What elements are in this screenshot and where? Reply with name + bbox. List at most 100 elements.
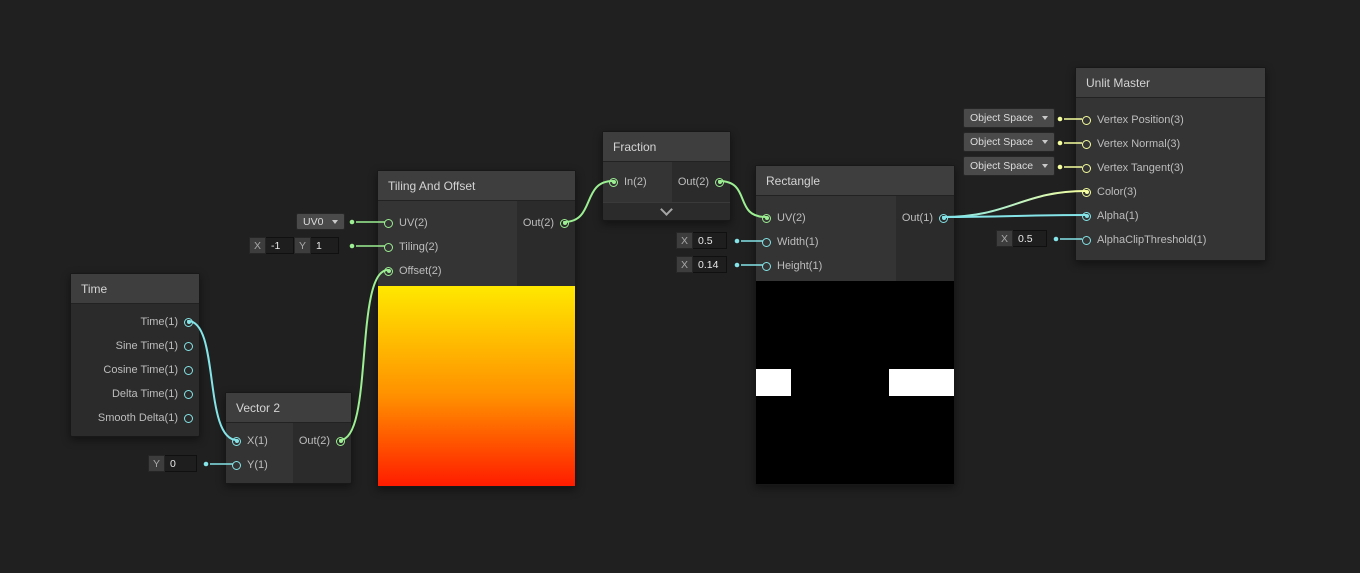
alpha-clip-field: X 0.5 (996, 230, 1048, 247)
port-out-sine-time[interactable] (184, 341, 193, 351)
port-in-color[interactable] (1082, 187, 1091, 197)
port-out-out[interactable] (715, 177, 724, 187)
x-field-input[interactable]: 0.14 (693, 256, 728, 273)
space-dropdown-value: Object Space (970, 160, 1034, 172)
node-time[interactable]: Time Time(1) Sine Time(1) Cosine Time(1)… (70, 273, 200, 437)
preview-white-band-right (889, 369, 954, 396)
node-title-text: Fraction (613, 139, 657, 154)
port-row: Width(1) (756, 230, 896, 254)
port-in-uv[interactable] (762, 213, 771, 223)
node-tiling-and-offset[interactable]: Tiling And Offset UV(2) Tiling(2) Offset… (377, 170, 576, 487)
x-field-input[interactable]: 0.5 (693, 232, 728, 249)
space-dropdown-tangent[interactable]: Object Space (963, 156, 1055, 176)
connector-dot-uv (349, 219, 355, 225)
port-row: Out(1) (896, 206, 954, 230)
node-tiling-titlebar: Tiling And Offset (378, 171, 575, 201)
port-in-in[interactable] (609, 177, 618, 187)
y-field-label: Y (148, 455, 166, 472)
connector-dot-alphaclip (1053, 236, 1059, 242)
port-in-height[interactable] (762, 261, 771, 271)
port-in-vertex-position[interactable] (1082, 115, 1091, 125)
node-rectangle[interactable]: Rectangle UV(2) Width(1) Height(1) Out(1… (755, 165, 955, 485)
space-dropdown-position[interactable]: Object Space (963, 108, 1055, 128)
node-unlit-master-titlebar: Unlit Master (1076, 68, 1265, 98)
input-column: Vertex Position(3) Vertex Normal(3) Vert… (1076, 98, 1265, 260)
port-out-out[interactable] (336, 436, 345, 446)
port-row: UV(2) (756, 206, 896, 230)
port-row: Alpha(1) (1076, 204, 1265, 228)
port-row: Sine Time(1) (71, 334, 199, 358)
port-row: Out(2) (293, 429, 351, 453)
node-vector2[interactable]: Vector 2 X(1) Y(1) Out(2) (225, 392, 352, 484)
port-row: In(2) (603, 170, 672, 194)
node-preview-gradient (378, 286, 575, 486)
uv-channel-dropdown[interactable]: UV0 (296, 213, 345, 230)
x-field-input[interactable]: 0.5 (1013, 230, 1048, 247)
port-label: Width(1) (777, 236, 819, 248)
port-label: Time(1) (140, 316, 178, 328)
chevron-down-icon (1042, 164, 1048, 168)
y-field-input[interactable]: 1 (311, 237, 340, 254)
port-out-time[interactable] (184, 317, 193, 327)
space-dropdown-value: Object Space (970, 136, 1034, 148)
space-dropdown-value: Object Space (970, 112, 1034, 124)
port-label: Alpha(1) (1097, 210, 1139, 222)
port-out-cosine-time[interactable] (184, 365, 193, 375)
port-label: In(2) (624, 176, 647, 188)
y-field-label: Y (294, 237, 312, 254)
edge-rectangle-to-alpha[interactable] (942, 214, 1087, 218)
port-in-alpha[interactable] (1082, 211, 1091, 221)
port-in-tiling[interactable] (384, 242, 393, 252)
chevron-down-icon (332, 219, 338, 224)
node-fraction[interactable]: Fraction In(2) Out(2) (602, 131, 731, 221)
preview-white-band-left (756, 369, 791, 396)
port-label: AlphaClipThreshold(1) (1097, 234, 1207, 246)
chevron-down-icon (1042, 116, 1048, 120)
port-in-uv[interactable] (384, 218, 393, 228)
connector-dot-width (734, 238, 740, 244)
output-column: Out(2) (672, 162, 730, 202)
chevron-down-icon (1042, 140, 1048, 144)
space-dropdown-normal[interactable]: Object Space (963, 132, 1055, 152)
input-column: X(1) Y(1) (226, 423, 293, 483)
vector2-y-field: Y 0 (148, 455, 198, 472)
x-field-label: X (676, 256, 694, 273)
node-title-text: Vector 2 (236, 400, 281, 415)
node-unlit-master[interactable]: Unlit Master Vertex Position(3) Vertex N… (1075, 67, 1266, 261)
port-label: Out(2) (677, 176, 709, 188)
edge-rectangle-to-color[interactable] (942, 190, 1087, 218)
port-in-alphaclipthreshold[interactable] (1082, 235, 1091, 245)
port-row: Vertex Position(3) (1076, 108, 1265, 132)
port-out-smooth-delta[interactable] (184, 413, 193, 423)
port-in-vertex-tangent[interactable] (1082, 163, 1091, 173)
port-label: Color(3) (1097, 186, 1137, 198)
port-label: Out(2) (298, 435, 330, 447)
input-column: In(2) (603, 162, 672, 202)
input-column: UV(2) Tiling(2) Offset(2) (378, 201, 517, 286)
port-out-out[interactable] (939, 213, 948, 223)
port-out-delta-time[interactable] (184, 389, 193, 399)
connector-dot-vertex-tangent (1057, 164, 1063, 170)
port-row: Delta Time(1) (71, 382, 199, 406)
port-row: Offset(2) (378, 259, 517, 283)
rect-width-field: X 0.5 (676, 232, 728, 249)
x-field-label: X (249, 237, 267, 254)
shader-graph-canvas[interactable]: Time Time(1) Sine Time(1) Cosine Time(1)… (0, 0, 1360, 573)
y-field-input[interactable]: 0 (165, 455, 198, 472)
expand-preview-button[interactable] (603, 202, 730, 220)
port-in-offset[interactable] (384, 266, 393, 276)
port-out-out[interactable] (560, 218, 569, 228)
port-in-y[interactable] (232, 460, 241, 470)
port-row: Height(1) (756, 254, 896, 278)
port-in-vertex-normal[interactable] (1082, 139, 1091, 149)
port-label: Delta Time(1) (111, 388, 178, 400)
connector-dot-vector2-y (203, 461, 209, 467)
tiling-xy-fields: X -1 Y 1 (249, 237, 340, 254)
port-label: Vertex Position(3) (1097, 114, 1184, 126)
port-row: Vertex Normal(3) (1076, 132, 1265, 156)
port-in-width[interactable] (762, 237, 771, 247)
port-label: Tiling(2) (399, 241, 439, 253)
port-in-x[interactable] (232, 436, 241, 446)
x-field-input[interactable]: -1 (266, 237, 295, 254)
x-field-label: X (996, 230, 1014, 247)
